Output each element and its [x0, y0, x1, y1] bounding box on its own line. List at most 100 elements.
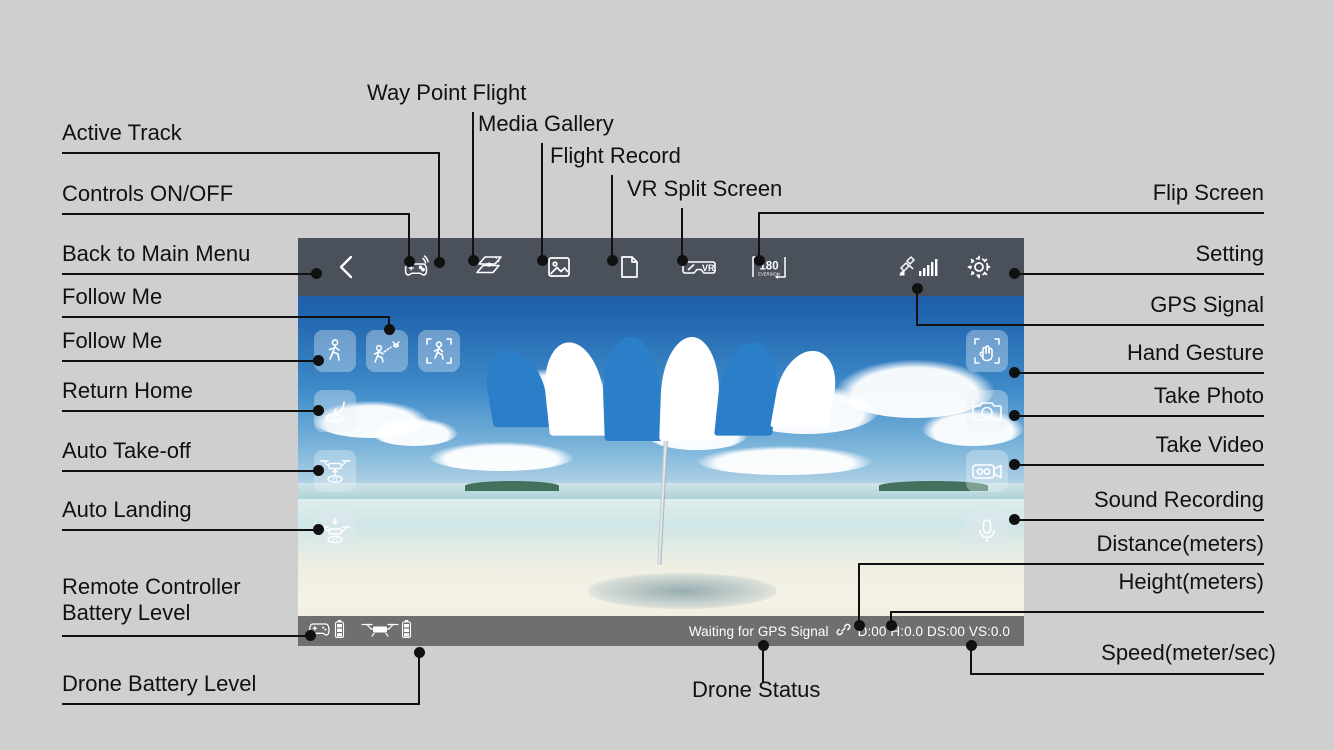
- annotation-take-video: Take Video: [1155, 432, 1264, 457]
- leader-dot: [1009, 514, 1020, 525]
- hand-gesture-icon: [972, 336, 1002, 366]
- hand-gesture-button[interactable]: [966, 330, 1008, 372]
- active-track-button[interactable]: [418, 330, 460, 372]
- take-photo-button[interactable]: [966, 390, 1008, 432]
- telemetry-readout: D:00 H:0.0 DS:00 VS:0.0: [857, 623, 1010, 639]
- setting-button[interactable]: [952, 238, 1006, 296]
- annotation-back-to-main-menu: Back to Main Menu: [62, 241, 251, 266]
- gear-icon: [965, 253, 993, 281]
- leader-line: [1014, 273, 1264, 275]
- battery-indicators: [298, 619, 412, 644]
- person-track-frame-icon: [424, 336, 454, 366]
- flip-screen-button[interactable]: 180 EVERSION: [742, 238, 796, 296]
- leader-line: [408, 213, 410, 261]
- back-to-main-menu-button[interactable]: [320, 238, 374, 296]
- leader-dot: [1009, 367, 1020, 378]
- leader-dot: [414, 647, 425, 658]
- leader-line: [62, 316, 390, 318]
- island: [464, 480, 560, 491]
- walking-person-icon: [322, 337, 348, 365]
- chevron-left-icon: [336, 254, 358, 280]
- leader-dot: [313, 465, 324, 476]
- annotation-remote-controller-battery: Remote Controller Battery Level: [62, 574, 241, 626]
- annotation-follow-me-1: Follow Me: [62, 284, 163, 309]
- leader-dot: [311, 268, 322, 279]
- leader-dot: [537, 255, 548, 266]
- leader-dot: [468, 255, 479, 266]
- leader-line: [1000, 212, 1264, 214]
- annotation-flight-record: Flight Record: [550, 143, 681, 168]
- leader-dot: [313, 355, 324, 366]
- leader-dot: [384, 324, 395, 335]
- annotation-height: Height(meters): [1118, 569, 1264, 594]
- leader-line: [438, 152, 440, 262]
- leader-line: [1014, 415, 1264, 417]
- leader-line: [758, 212, 760, 260]
- annotation-auto-landing: Auto Landing: [62, 497, 192, 522]
- drone-battery[interactable]: [361, 619, 412, 644]
- take-video-button[interactable]: [966, 450, 1008, 492]
- annotation-gps-signal: GPS Signal: [1150, 292, 1264, 317]
- annotation-flip-screen: Flip Screen: [1152, 180, 1264, 205]
- link-icon: [836, 622, 851, 640]
- leader-dot: [313, 405, 324, 416]
- way-point-flight-button[interactable]: [462, 238, 516, 296]
- leader-line: [970, 673, 1264, 675]
- leader-line: [1014, 372, 1264, 374]
- annotation-speed: Speed(meter/sec): [1101, 640, 1276, 665]
- cloud: [428, 442, 574, 471]
- annotation-controls-on-off: Controls ON/OFF: [62, 181, 234, 206]
- annotation-auto-take-off: Auto Take-off: [62, 438, 191, 463]
- svg-text:H: H: [331, 413, 336, 422]
- battery-icon: [334, 619, 345, 644]
- umbrella-shadow: [588, 572, 778, 610]
- annotation-drone-battery-level: Drone Battery Level: [62, 671, 257, 696]
- drone-icon: [361, 620, 399, 643]
- annotation-remote-controller-battery-line1: Remote Controller: [62, 574, 241, 599]
- annotation-way-point-flight: Way Point Flight: [367, 80, 527, 105]
- leader-dot: [434, 257, 445, 268]
- beach-umbrella: [480, 336, 842, 442]
- vr-icon-text: VR: [702, 263, 715, 273]
- leader-line: [62, 410, 318, 412]
- leader-line: [62, 470, 318, 472]
- annotation-sound-recording: Sound Recording: [1093, 487, 1264, 512]
- leader-dot: [854, 620, 865, 631]
- camcorder-icon: [971, 459, 1003, 483]
- leader-dot: [677, 255, 688, 266]
- bottom-status-bar: Waiting for GPS Signal D:00 H:0.0 DS:00 …: [298, 616, 1024, 646]
- svg-text:H: H: [333, 476, 338, 483]
- leader-line: [916, 324, 1264, 326]
- document-icon: [617, 254, 641, 280]
- leader-dot: [966, 640, 977, 651]
- sound-recording-button[interactable]: [966, 510, 1008, 552]
- svg-text:H: H: [333, 537, 338, 544]
- annotation-remote-controller-battery-line2: Battery Level: [62, 599, 191, 625]
- cloud: [697, 446, 872, 475]
- leader-line: [858, 563, 860, 625]
- leader-line: [758, 212, 1002, 214]
- follow-me-2-button[interactable]: [366, 330, 408, 372]
- leader-line: [890, 611, 1264, 613]
- leader-dot: [886, 620, 897, 631]
- leader-line: [418, 652, 420, 704]
- annotation-take-photo: Take Photo: [1153, 383, 1264, 408]
- leader-line: [611, 175, 613, 260]
- annotation-drone-status: Drone Status: [692, 677, 821, 702]
- cloud: [370, 417, 458, 447]
- annotation-hand-gesture: Hand Gesture: [1127, 340, 1264, 365]
- leader-dot: [1009, 410, 1020, 421]
- annotation-active-track: Active Track: [62, 120, 182, 145]
- return-to-home-icon: H: [320, 397, 350, 425]
- leader-dot: [313, 524, 324, 535]
- leader-line: [1014, 464, 1264, 466]
- leader-line: [472, 112, 474, 260]
- leader-line: [858, 563, 1264, 565]
- annotation-distance: Distance(meters): [1096, 531, 1264, 556]
- leader-dot: [912, 283, 923, 294]
- leader-dot: [1009, 459, 1020, 470]
- leader-line: [62, 703, 420, 705]
- battery-icon: [401, 619, 412, 644]
- leader-dot: [754, 255, 765, 266]
- annotation-setting: Setting: [1195, 241, 1265, 266]
